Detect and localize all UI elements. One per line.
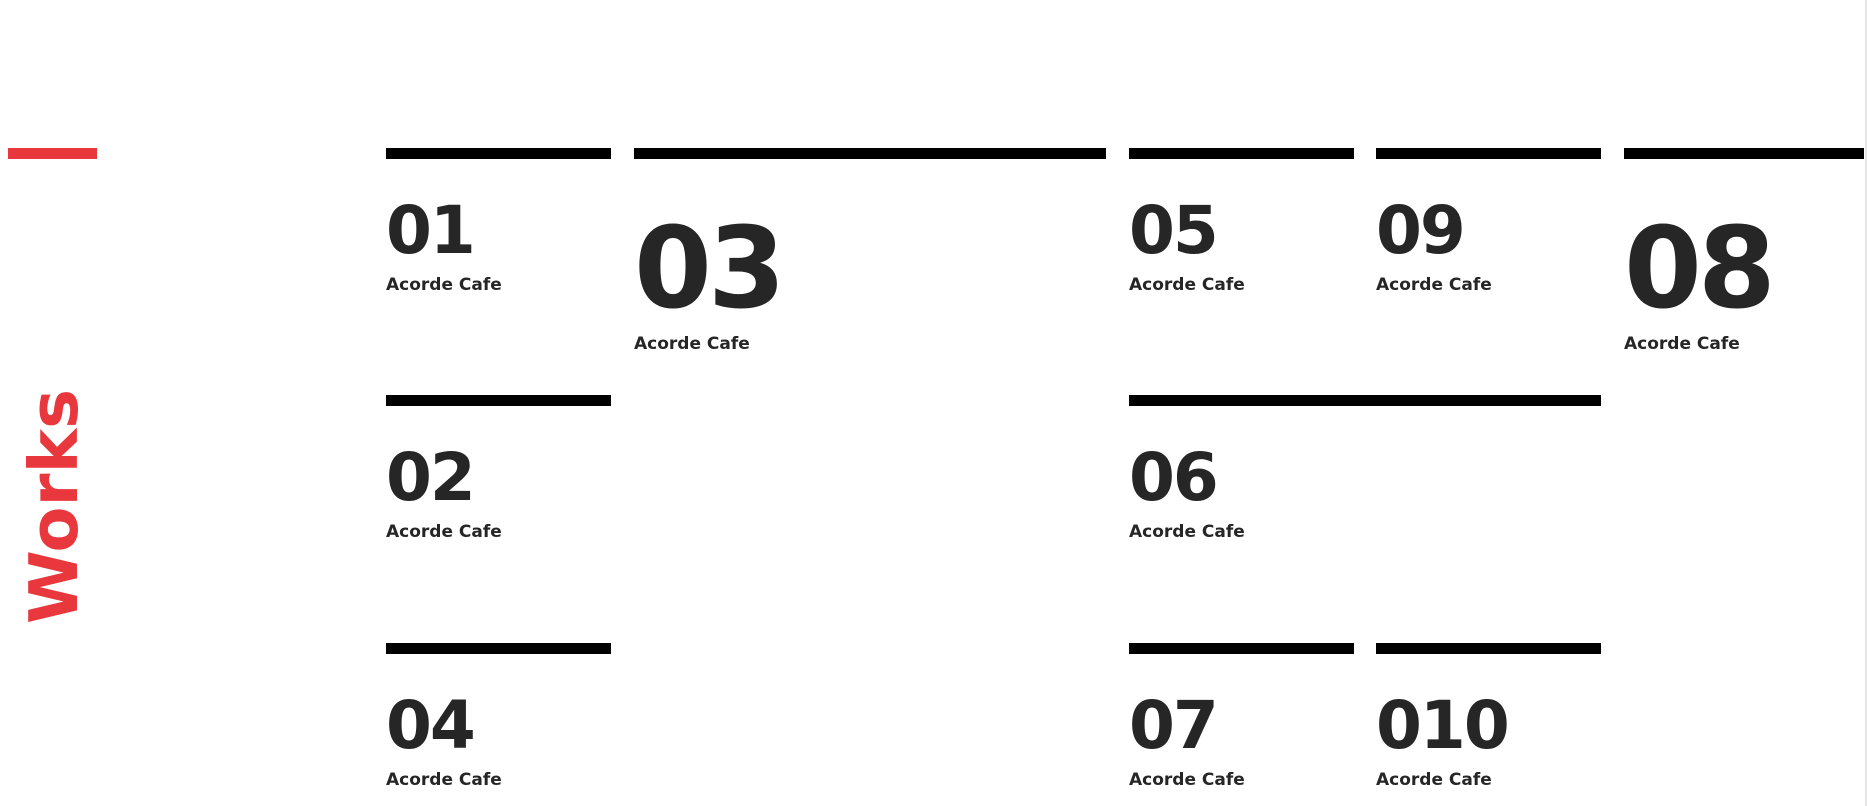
work-name: Acorde Cafe — [386, 275, 502, 295]
card-rule — [1376, 643, 1601, 654]
work-card-08[interactable]: 08 Acorde Cafe — [1624, 148, 1864, 358]
work-card-06[interactable]: 06 Acorde Cafe — [1129, 395, 1601, 555]
card-rule — [386, 643, 611, 654]
card-rule — [1129, 395, 1601, 406]
work-name: Acorde Cafe — [386, 770, 502, 790]
work-number: 04 — [386, 687, 476, 764]
works-page: Works 01 Acorde Cafe 03 Acorde Cafe 05 A… — [0, 0, 1867, 806]
work-name: Acorde Cafe — [1129, 770, 1245, 790]
work-number: 05 — [1129, 192, 1219, 269]
work-card-07[interactable]: 07 Acorde Cafe — [1129, 643, 1354, 803]
card-rule — [1624, 148, 1864, 159]
work-name: Acorde Cafe — [1129, 275, 1245, 295]
work-number: 03 — [634, 204, 786, 334]
work-name: Acorde Cafe — [634, 334, 750, 354]
card-rule — [1129, 148, 1354, 159]
work-name: Acorde Cafe — [1624, 334, 1740, 354]
work-name: Acorde Cafe — [1376, 275, 1492, 295]
work-number: 01 — [386, 192, 476, 269]
card-rule — [386, 395, 611, 406]
card-rule — [386, 148, 611, 159]
card-rule — [1129, 643, 1354, 654]
accent-bar — [8, 148, 97, 159]
work-number: 010 — [1376, 687, 1510, 764]
work-number: 09 — [1376, 192, 1466, 269]
work-card-01[interactable]: 01 Acorde Cafe — [386, 148, 611, 308]
work-name: Acorde Cafe — [1376, 770, 1492, 790]
work-number: 02 — [386, 439, 476, 516]
work-card-02[interactable]: 02 Acorde Cafe — [386, 395, 611, 555]
work-number: 07 — [1129, 687, 1219, 764]
section-title-text: Works — [15, 388, 93, 624]
work-number: 08 — [1624, 204, 1776, 334]
work-card-09[interactable]: 09 Acorde Cafe — [1376, 148, 1601, 308]
work-card-03[interactable]: 03 Acorde Cafe — [634, 148, 1106, 358]
work-name: Acorde Cafe — [1129, 522, 1245, 542]
work-card-05[interactable]: 05 Acorde Cafe — [1129, 148, 1354, 308]
card-rule — [1376, 148, 1601, 159]
work-name: Acorde Cafe — [386, 522, 502, 542]
work-card-010[interactable]: 010 Acorde Cafe — [1376, 643, 1601, 803]
work-number: 06 — [1129, 439, 1219, 516]
work-card-04[interactable]: 04 Acorde Cafe — [386, 643, 611, 803]
card-rule — [634, 148, 1106, 159]
